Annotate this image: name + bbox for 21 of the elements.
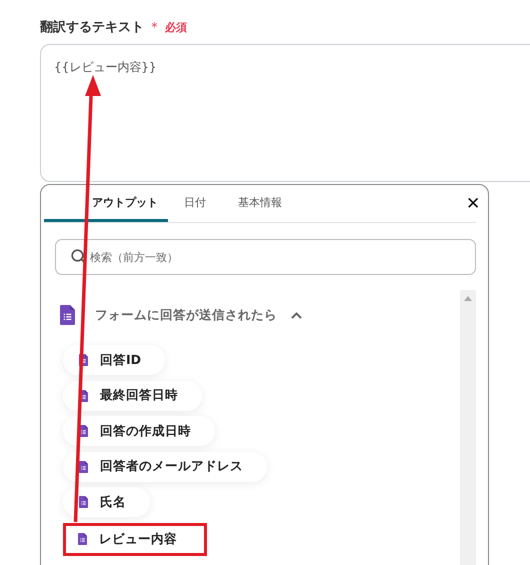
section-title: フォームに回答が送信されたら bbox=[95, 306, 277, 324]
close-button[interactable]: ✕ bbox=[466, 193, 480, 214]
document-icon bbox=[79, 460, 88, 473]
chevron-up-icon[interactable] bbox=[291, 312, 302, 318]
required-mark: ＊ bbox=[148, 19, 161, 36]
form-document-icon bbox=[60, 305, 75, 325]
output-item[interactable]: レビュー内容 bbox=[63, 522, 207, 556]
search-field[interactable]: 検索（前方一致） bbox=[55, 239, 476, 275]
output-item[interactable]: 回答ID bbox=[63, 345, 166, 375]
required-label: 必須 bbox=[165, 20, 187, 35]
document-icon bbox=[78, 533, 87, 546]
document-icon bbox=[79, 496, 88, 508]
tab[interactable]: アウトプット bbox=[44, 185, 168, 222]
output-item[interactable]: 最終回答日時 bbox=[63, 380, 202, 411]
output-item[interactable]: 回答の作成日時 bbox=[63, 416, 215, 446]
field-label: 翻訳するテキスト bbox=[40, 19, 144, 36]
output-item[interactable]: 回答者のメールアドレス bbox=[63, 452, 267, 482]
tab[interactable]: 基本情報 bbox=[222, 185, 298, 222]
tab[interactable]: 日付 bbox=[168, 185, 222, 222]
output-item[interactable]: 氏名 bbox=[63, 487, 150, 518]
search-input[interactable]: 検索（前方一致） bbox=[90, 250, 475, 264]
